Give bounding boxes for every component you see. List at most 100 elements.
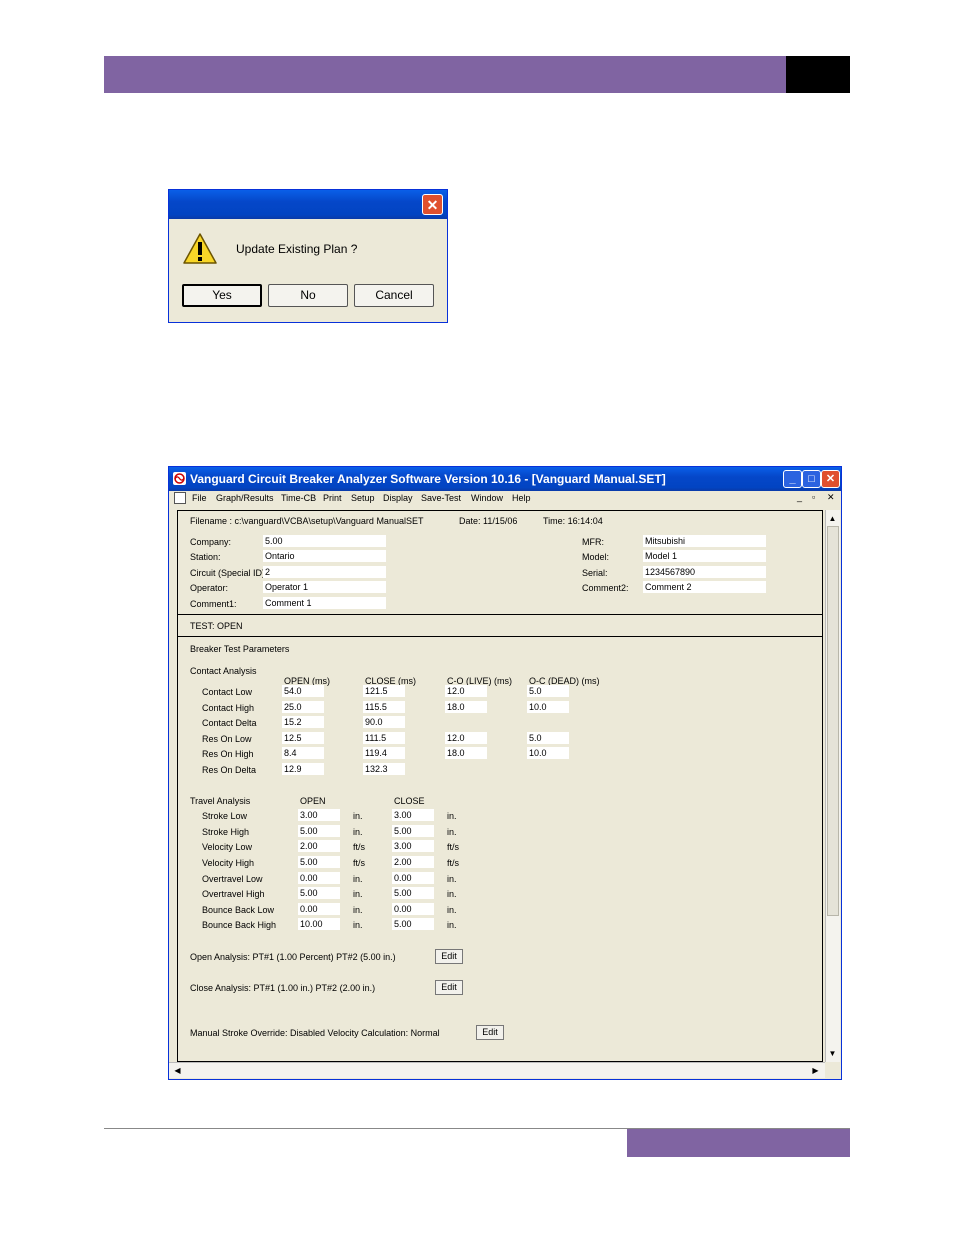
velocity-low-close[interactable]: 3.00 xyxy=(392,840,434,852)
overtravel-low-close[interactable]: 0.00 xyxy=(392,872,434,884)
bounce-back-high-close[interactable]: 5.00 xyxy=(392,918,434,930)
mfr-label: MFR: xyxy=(582,537,604,547)
contact-analysis-title: Contact Analysis xyxy=(190,666,257,676)
no-button[interactable]: No xyxy=(268,284,348,307)
cancel-button[interactable]: Cancel xyxy=(354,284,434,307)
contact-high-open[interactable]: 25.0 xyxy=(282,701,324,713)
app-titlebar: Vanguard Circuit Breaker Analyzer Softwa… xyxy=(169,467,841,491)
mfr-field[interactable]: Mitsubishi xyxy=(643,535,766,547)
res-on-low-oc[interactable]: 5.0 xyxy=(527,732,569,744)
contact-low-oc[interactable]: 5.0 xyxy=(527,685,569,697)
stroke-high-open[interactable]: 5.00 xyxy=(298,825,340,837)
menu-save-test[interactable]: Save-Test xyxy=(421,493,461,503)
operator-field[interactable]: Operator 1 xyxy=(263,581,386,593)
travel-analysis-title: Travel Analysis xyxy=(190,796,251,806)
edit-close-analysis-button[interactable]: Edit xyxy=(435,980,463,995)
res-on-high-open[interactable]: 8.4 xyxy=(282,747,324,759)
model-field[interactable]: Model 1 xyxy=(643,550,766,562)
stroke-low-close[interactable]: 3.00 xyxy=(392,809,434,821)
serial-field[interactable]: 1234567890 xyxy=(643,566,766,578)
menu-window[interactable]: Window xyxy=(471,493,503,503)
velocity-high-open[interactable]: 5.00 xyxy=(298,856,340,868)
travel-header-close: CLOSE xyxy=(394,796,425,806)
bounce-back-low-open[interactable]: 0.00 xyxy=(298,903,340,915)
contact-row-label: Res On Low xyxy=(202,734,252,744)
res-on-high-co[interactable]: 18.0 xyxy=(445,747,487,759)
mdi-restore-icon[interactable]: ▫ xyxy=(812,492,815,502)
circuit-label: Circuit (Special ID): xyxy=(190,568,268,578)
close-analysis-text: Close Analysis: PT#1 (1.00 in.) PT#2 (2.… xyxy=(190,983,376,993)
scroll-up-icon[interactable]: ▲ xyxy=(826,512,839,525)
bounce-back-low-close[interactable]: 0.00 xyxy=(392,903,434,915)
menu-print[interactable]: Print xyxy=(323,493,342,503)
company-field[interactable]: 5.00 xyxy=(263,535,386,547)
overtravel-low-open[interactable]: 0.00 xyxy=(298,872,340,884)
contact-high-close[interactable]: 115.5 xyxy=(363,701,405,713)
operator-label: Operator: xyxy=(190,583,229,593)
menu-time-cb[interactable]: Time-CB xyxy=(281,493,316,503)
edit-open-analysis-button[interactable]: Edit xyxy=(435,949,463,964)
res-on-low-co[interactable]: 12.0 xyxy=(445,732,487,744)
velocity-high-close[interactable]: 2.00 xyxy=(392,856,434,868)
overtravel-high-open[interactable]: 5.00 xyxy=(298,887,340,899)
contact-delta-close[interactable]: 90.0 xyxy=(363,716,405,728)
scroll-down-icon[interactable]: ▼ xyxy=(826,1047,839,1060)
unit-label: ft/s xyxy=(353,858,366,868)
scroll-thumb[interactable] xyxy=(827,526,839,916)
travel-row-label: Overtravel High xyxy=(202,889,265,899)
velocity-low-open[interactable]: 2.00 xyxy=(298,840,340,852)
menu-graph-results[interactable]: Graph/Results xyxy=(216,493,274,503)
res-on-high-oc[interactable]: 10.0 xyxy=(527,747,569,759)
unit-label: ft/s xyxy=(447,858,460,868)
res-on-delta-open[interactable]: 12.9 xyxy=(282,763,324,775)
unit-label: in. xyxy=(447,811,457,821)
res-on-low-close[interactable]: 111.5 xyxy=(363,732,405,744)
res-on-delta-close[interactable]: 132.3 xyxy=(363,763,405,775)
yes-button[interactable]: Yes xyxy=(182,284,262,307)
comment1-field[interactable]: Comment 1 xyxy=(263,597,386,609)
travel-row-label: Stroke High xyxy=(202,827,250,837)
menu-help[interactable]: Help xyxy=(512,493,531,503)
edit-manual-stroke-button[interactable]: Edit xyxy=(476,1025,504,1040)
maximize-icon[interactable]: □ xyxy=(802,470,821,488)
menu-setup[interactable]: Setup xyxy=(351,493,375,503)
unit-label: in. xyxy=(353,811,363,821)
menu-display[interactable]: Display xyxy=(383,493,413,503)
contact-low-co[interactable]: 12.0 xyxy=(445,685,487,697)
close-icon[interactable]: ✕ xyxy=(422,194,443,215)
comment2-field[interactable]: Comment 2 xyxy=(643,581,766,593)
menu-file[interactable]: File xyxy=(192,493,207,503)
contact-low-open[interactable]: 54.0 xyxy=(282,685,324,697)
document-icon[interactable] xyxy=(174,492,186,504)
app-title: Vanguard Circuit Breaker Analyzer Softwa… xyxy=(190,472,666,486)
mdi-minimize-icon[interactable]: _ xyxy=(797,492,802,502)
stroke-low-open[interactable]: 3.00 xyxy=(298,809,340,821)
stroke-high-close[interactable]: 5.00 xyxy=(392,825,434,837)
scroll-right-icon[interactable]: ▶ xyxy=(809,1064,822,1077)
close-icon[interactable]: ✕ xyxy=(821,470,840,488)
station-field[interactable]: Ontario xyxy=(263,550,386,562)
parameters-section: Breaker Test Parameters Contact Analysis… xyxy=(178,637,822,1061)
station-label: Station: xyxy=(190,552,221,562)
open-analysis-text: Open Analysis: PT#1 (1.00 Percent) PT#2 … xyxy=(190,952,396,962)
warning-icon xyxy=(183,233,217,264)
unit-label: ft/s xyxy=(447,842,460,852)
contact-high-co[interactable]: 18.0 xyxy=(445,701,487,713)
travel-row-label: Velocity High xyxy=(202,858,255,868)
scroll-left-icon[interactable]: ◀ xyxy=(171,1064,184,1077)
overtravel-high-close[interactable]: 5.00 xyxy=(392,887,434,899)
res-on-high-close[interactable]: 119.4 xyxy=(363,747,405,759)
unit-label: in. xyxy=(353,905,363,915)
contact-high-oc[interactable]: 10.0 xyxy=(527,701,569,713)
unit-label: in. xyxy=(447,905,457,915)
contact-low-close[interactable]: 121.5 xyxy=(363,685,405,697)
minimize-icon[interactable]: _ xyxy=(783,470,802,488)
contact-row-label: Contact High xyxy=(202,703,255,713)
res-on-low-open[interactable]: 12.5 xyxy=(282,732,324,744)
vertical-scrollbar[interactable]: ▲ ▼ xyxy=(825,510,840,1062)
bounce-back-high-open[interactable]: 10.00 xyxy=(298,918,340,930)
horizontal-scrollbar[interactable]: ◀ ▶ xyxy=(169,1062,825,1078)
contact-delta-open[interactable]: 15.2 xyxy=(282,716,324,728)
circuit-field[interactable]: 2 xyxy=(263,566,386,578)
mdi-close-icon[interactable]: ✕ xyxy=(827,492,835,503)
